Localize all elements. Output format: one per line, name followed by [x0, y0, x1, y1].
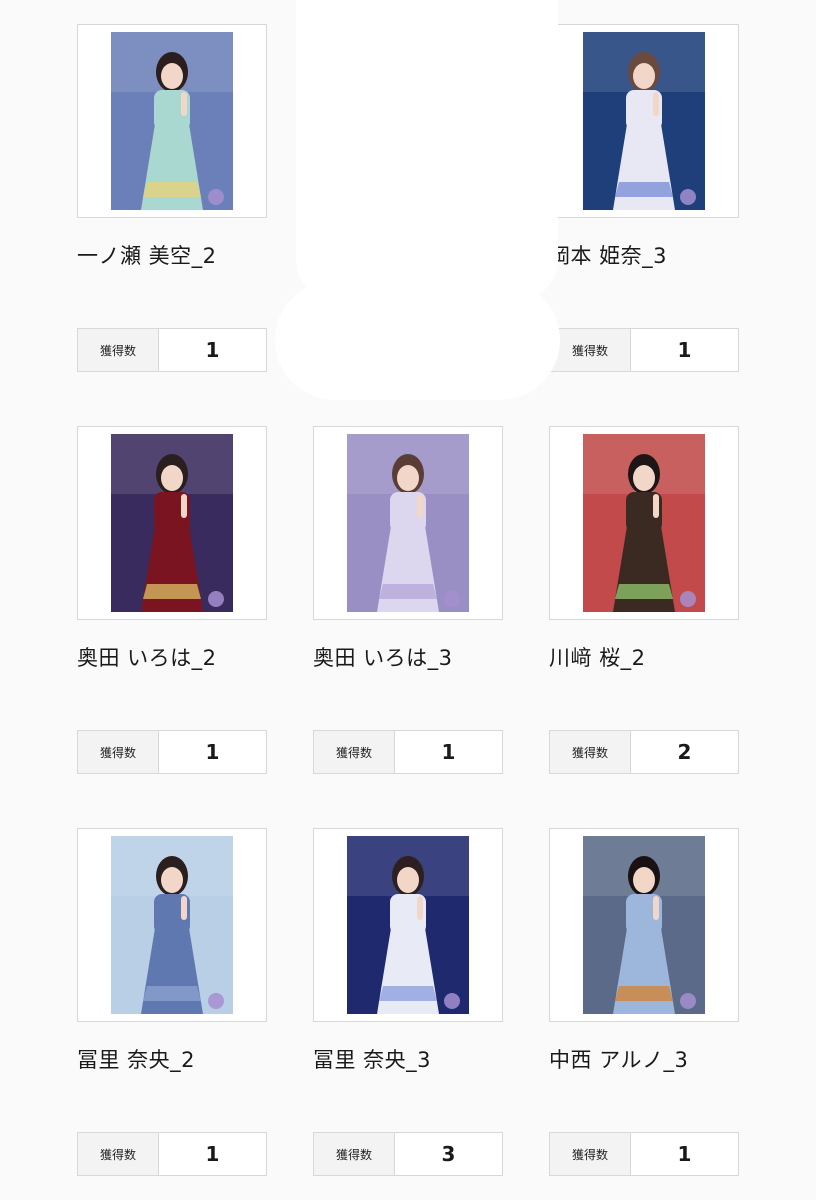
member-photo [111, 434, 233, 612]
acquired-count-value: 1 [677, 1142, 692, 1166]
photo-thumbnail[interactable] [77, 828, 267, 1022]
member-photo [583, 434, 705, 612]
acquired-count-label: 獲得数 [550, 1133, 631, 1175]
photo-thumbnail[interactable] [549, 828, 739, 1022]
acquired-count-label: 獲得数 [314, 731, 395, 773]
acquired-count-label: 獲得数 [78, 329, 159, 371]
photo-thumbnail[interactable] [313, 828, 503, 1022]
acquired-count-value: 1 [205, 338, 220, 362]
acquired-count-box: 獲得数 1 [549, 1132, 739, 1176]
photo-name: 冨里 奈央_2 [77, 1048, 196, 1072]
acquired-count-box: 獲得数 1 [77, 328, 267, 372]
redacted-area [296, 0, 558, 300]
redacted-area-lower [275, 280, 560, 400]
member-photo [111, 32, 233, 210]
photo-card: 川﨑 桜_2 獲得数 2 [549, 426, 739, 774]
photo-card: 奥田 いろは_2 獲得数 1 [77, 426, 267, 774]
acquired-count-box: 獲得数 1 [77, 730, 267, 774]
photo-thumbnail[interactable] [77, 24, 267, 218]
member-photo [111, 836, 233, 1014]
acquired-count-value: 1 [205, 1142, 220, 1166]
acquired-count-value: 1 [205, 740, 220, 764]
photo-card: 一ノ瀬 美空_2 獲得数 1 [77, 24, 267, 372]
acquired-count-value: 1 [677, 338, 692, 362]
member-photo [583, 836, 705, 1014]
member-photo [347, 434, 469, 612]
photo-thumbnail[interactable] [313, 426, 503, 620]
photo-name: 奥田 いろは_2 [77, 646, 217, 670]
acquired-count-box: 獲得数 2 [549, 730, 739, 774]
member-photo [583, 32, 705, 210]
photo-card: 冨里 奈央_2 獲得数 1 [77, 828, 267, 1176]
acquired-count-box: 獲得数 1 [77, 1132, 267, 1176]
acquired-count-box: 獲得数 3 [313, 1132, 503, 1176]
acquired-count-box: 獲得数 1 [549, 328, 739, 372]
photo-name: 中西 アルノ_3 [549, 1048, 689, 1072]
photo-name: 奥田 いろは_3 [313, 646, 453, 670]
photo-card: 冨里 奈央_3 獲得数 3 [313, 828, 503, 1176]
acquired-count-value: 1 [441, 740, 456, 764]
photo-thumbnail[interactable] [549, 24, 739, 218]
photo-thumbnail[interactable] [549, 426, 739, 620]
member-photo [347, 836, 469, 1014]
acquired-count-label: 獲得数 [314, 1133, 395, 1175]
photo-name: 岡本 姫奈_3 [549, 244, 668, 268]
photo-name: 川﨑 桜_2 [549, 646, 646, 670]
acquired-count-label: 獲得数 [78, 731, 159, 773]
photo-card: 中西 アルノ_3 獲得数 1 [549, 828, 739, 1176]
acquired-count-label: 獲得数 [78, 1133, 159, 1175]
acquired-count-label: 獲得数 [550, 329, 631, 371]
acquired-count-value: 2 [677, 740, 692, 764]
photo-thumbnail[interactable] [77, 426, 267, 620]
photo-card: 岡本 姫奈_3 獲得数 1 [549, 24, 739, 372]
photo-card: 奥田 いろは_3 獲得数 1 [313, 426, 503, 774]
photo-name: 一ノ瀬 美空_2 [77, 244, 217, 268]
photo-name: 冨里 奈央_3 [313, 1048, 432, 1072]
acquired-count-label: 獲得数 [550, 731, 631, 773]
acquired-count-box: 獲得数 1 [313, 730, 503, 774]
acquired-count-value: 3 [441, 1142, 456, 1166]
